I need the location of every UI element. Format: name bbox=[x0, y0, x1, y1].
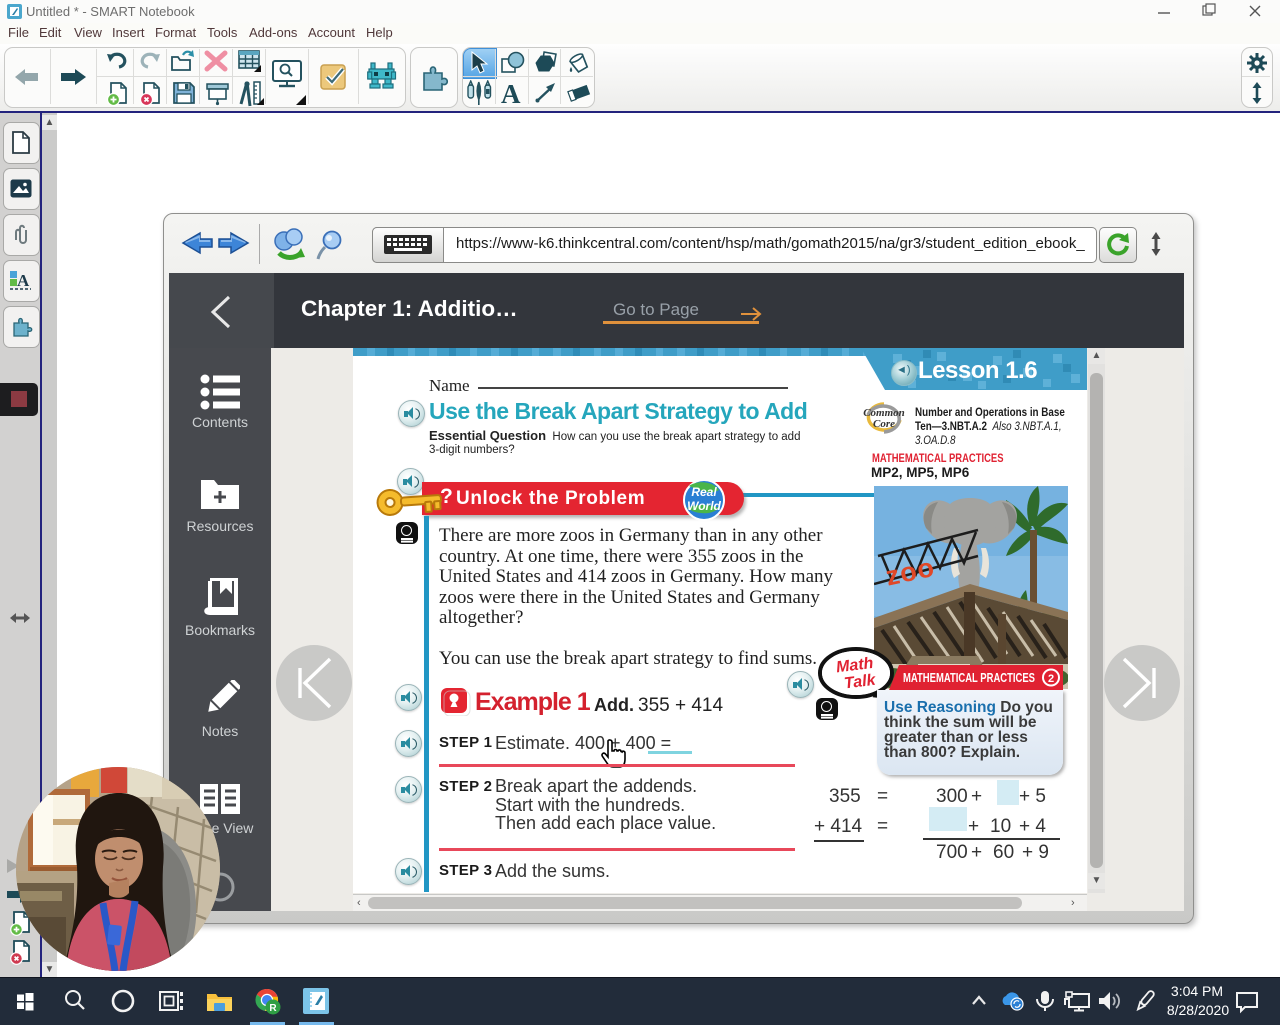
svg-text:R: R bbox=[269, 1003, 277, 1014]
svg-text:Real: Real bbox=[691, 485, 717, 499]
svg-text:A: A bbox=[17, 271, 30, 290]
svg-text:MATHEMATICAL PRACTICES: MATHEMATICAL PRACTICES bbox=[903, 671, 1035, 685]
svg-text:Core: Core bbox=[873, 418, 895, 430]
svg-text:2: 2 bbox=[1048, 673, 1054, 685]
svg-text:World: World bbox=[687, 499, 721, 513]
